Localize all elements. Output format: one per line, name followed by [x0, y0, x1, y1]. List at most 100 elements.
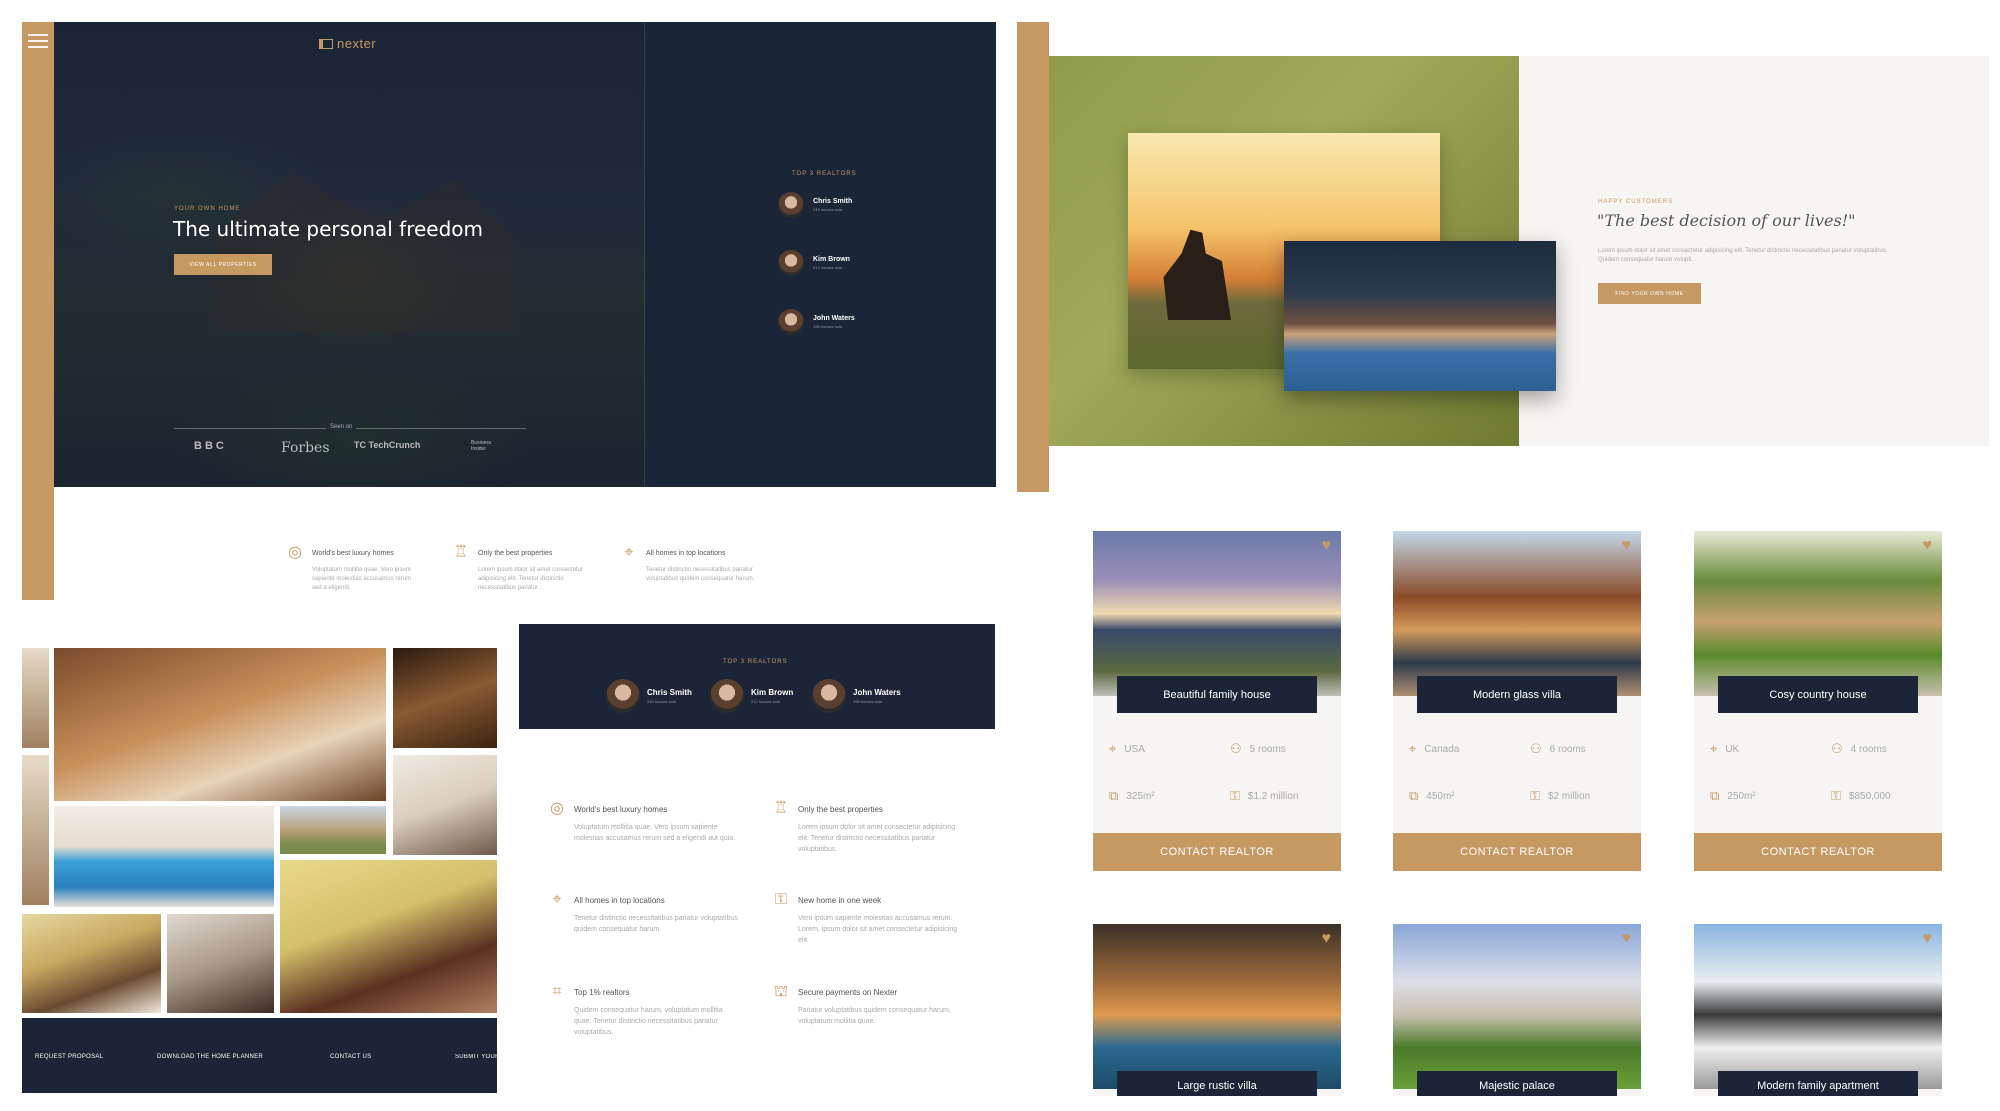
feature-title: World's best luxury homes: [574, 804, 668, 814]
key-icon: ⚿: [1831, 788, 1841, 803]
hero-eyebrow: Your own home: [174, 206, 241, 212]
map-pin-icon: ⌖: [1710, 741, 1718, 756]
property-title: Cosy country house: [1718, 676, 1918, 713]
villa-pool-photo: [1284, 241, 1556, 391]
feature-item: ⛫ Secure payments on Nexter Pariatur volu…: [772, 983, 972, 1027]
realtor-item[interactable]: Chris Smith 245 houses sold: [778, 192, 852, 218]
top-realtors-heading: Top 3 Realtors: [792, 171, 857, 177]
feature-title: Secure payments on Nexter: [798, 987, 898, 997]
logo-mark-icon: [319, 38, 333, 49]
menu-icon[interactable]: [28, 34, 48, 48]
property-area: ⧉ 450m²: [1409, 788, 1455, 804]
property-price: ⚿ $1.2 million: [1230, 788, 1299, 804]
heart-icon[interactable]: ♥: [1923, 537, 1933, 555]
property-photo: [1694, 531, 1942, 696]
property-photo: [1093, 924, 1341, 1089]
find-your-home-button[interactable]: Find your own home: [1598, 283, 1701, 304]
seen-on-label: Seen on: [326, 424, 357, 430]
globe-icon: ◎: [550, 800, 564, 817]
map-pin-icon: ⌖: [1109, 741, 1117, 756]
realtor-item[interactable]: Kim Brown 212 houses sold: [778, 250, 850, 276]
logo-text: nexter: [337, 36, 377, 51]
testimonial-quote: "The best decision of our lives!": [1597, 211, 1856, 230]
testimonial-text: Lorem ipsum dolor sit amet consectetur a…: [1598, 248, 1888, 263]
realtor-sales: 198 houses sold: [813, 324, 843, 329]
forbes-logo: Forbes: [281, 440, 330, 456]
realtor-sales: 212 houses sold: [813, 265, 843, 270]
property-title: Majestic palace: [1417, 1071, 1617, 1096]
nexter-logo[interactable]: nexter: [319, 36, 376, 51]
techcrunch-label: TechCrunch: [368, 440, 421, 450]
realtor-name: Chris Smith: [813, 198, 853, 205]
footer-link[interactable]: Request proposal: [35, 1054, 103, 1060]
feature-title: Only the best properties: [478, 549, 553, 557]
realtor-item[interactable]: Chris Smith 245 houses sold: [606, 679, 692, 713]
realtor-name: Chris Smith: [647, 688, 692, 697]
property-photo: [1393, 531, 1641, 696]
realtor-sales: 245 houses sold: [647, 699, 677, 704]
realtor-name: Kim Brown: [813, 256, 850, 263]
property-card: ♥ Modern glass villa ⌖ Canada ⚇ 6 rooms ⧉ 4…: [1393, 531, 1641, 871]
avatar: [778, 192, 804, 218]
feature-text: Vero ipsum sapiente molestias accusamus …: [798, 915, 958, 944]
heart-icon[interactable]: ♥: [1322, 537, 1332, 555]
hero-title: The ultimate personal freedom: [173, 217, 483, 241]
feature-title: Top 1% realtors: [574, 987, 630, 997]
property-photo: [1694, 924, 1942, 1089]
feature-text: Pariatur voluptatibus quidem consequatur…: [798, 1007, 951, 1025]
contact-realtor-button[interactable]: Contact realtor: [1694, 833, 1942, 871]
feature-text: Voluptatum mollitia quae. Vero ipsum sap…: [312, 567, 412, 591]
hero-section: nexter Your own home The ultimate person…: [54, 22, 996, 487]
basket-icon: ⛫: [773, 983, 789, 1000]
avatar: [606, 679, 640, 713]
contact-realtor-button[interactable]: Contact realtor: [1093, 833, 1341, 871]
user-icon: ⚇: [1530, 741, 1542, 756]
footer-link[interactable]: Submit your p: [455, 1054, 497, 1060]
contact-realtor-button[interactable]: Contact realtor: [1393, 833, 1641, 871]
property-photo: [1093, 531, 1341, 696]
trophy-icon: ♖: [453, 544, 469, 561]
gallery-photo: [167, 914, 274, 1013]
feature-title: World's best luxury homes: [312, 549, 394, 557]
testimonial-eyebrow: Happy customers: [1598, 199, 1674, 205]
footer-link[interactable]: Contact us: [330, 1054, 371, 1060]
gallery-photo: [54, 806, 274, 907]
property-price-value: $1.2 million: [1247, 790, 1299, 802]
avatar: [778, 309, 804, 335]
feature-item: ⚿ New home in one week Vero ipsum sapient…: [772, 891, 972, 946]
heart-icon[interactable]: ♥: [1622, 537, 1632, 555]
avatar: [812, 679, 846, 713]
property-card: ♥ Majestic palace: [1393, 924, 1641, 1096]
feature-item: ⌖ All homes in top locations Tenetur dist…: [620, 544, 780, 584]
realtor-item[interactable]: Kim Brown 212 houses sold: [710, 679, 793, 713]
footer-link[interactable]: Download the home planner: [157, 1054, 263, 1060]
property-area-value: 325m²: [1126, 790, 1155, 802]
realtor-name: Kim Brown: [751, 688, 794, 697]
heart-icon[interactable]: ♥: [1923, 930, 1933, 948]
trophy-icon: ♖: [773, 800, 789, 817]
heart-icon[interactable]: ♥: [1322, 930, 1332, 948]
realtor-sales: 245 houses sold: [813, 207, 843, 212]
property-country-value: USA: [1124, 743, 1145, 755]
gallery-photo: [393, 648, 497, 748]
view-all-properties-button[interactable]: View all properties: [174, 254, 272, 275]
realtors-band: [519, 624, 995, 729]
property-card: ♥ Beautiful family house ⌖ USA ⚇ 5 rooms ⧉…: [1093, 531, 1341, 871]
top-realtors-heading: Top 3 Realtors: [723, 659, 788, 665]
realtor-name: John Waters: [853, 688, 901, 697]
property-country-value: Canada: [1424, 743, 1460, 755]
avatar: [710, 679, 744, 713]
property-rooms-value: 6 rooms: [1549, 743, 1586, 755]
user-icon: ⚇: [1230, 741, 1242, 756]
gallery-photo: [22, 648, 49, 748]
heart-icon[interactable]: ♥: [1622, 930, 1632, 948]
realtor-item[interactable]: John Waters 198 houses sold: [778, 309, 855, 335]
avatar: [778, 250, 804, 276]
property-title: Beautiful family house: [1117, 676, 1317, 713]
realtor-item[interactable]: John Waters 198 houses sold: [812, 679, 901, 713]
testimonial-top-bar: [1049, 22, 1989, 56]
feature-item: ◎ World's best luxury homes Voluptatum mo…: [548, 800, 748, 844]
property-card: ♥ Large rustic villa: [1093, 924, 1341, 1096]
feature-item: ♖ Only the best properties Lorem ipsum do…: [452, 544, 612, 593]
feature-text: Quidem consequatur harum, voluptatum mol…: [574, 1007, 723, 1036]
